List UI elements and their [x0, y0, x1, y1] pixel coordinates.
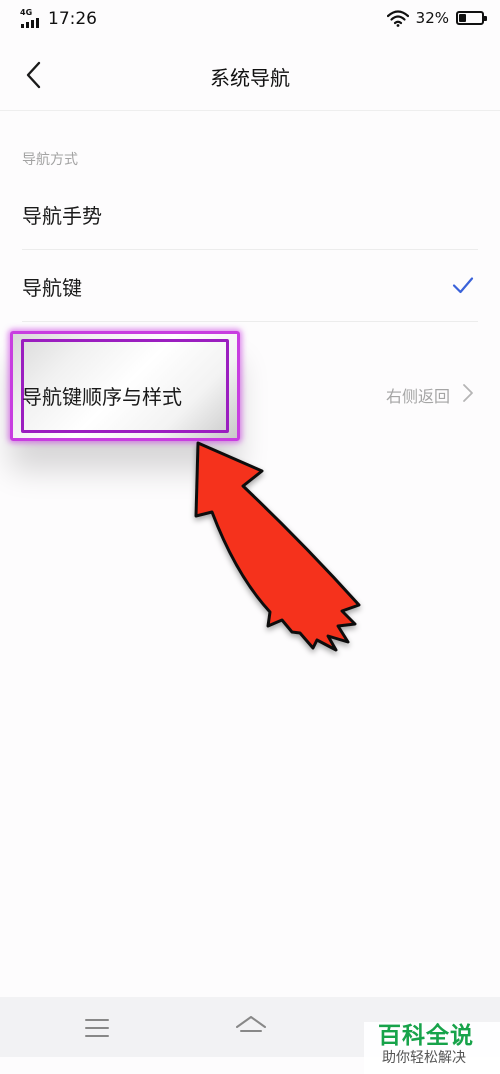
arrow-annotation-icon [194, 441, 361, 652]
watermark-subtitle: 助你轻松解决 [382, 1050, 466, 1066]
menu-icon[interactable] [84, 1017, 110, 1039]
watermark-title: 百科全说 [378, 1023, 474, 1049]
home-icon[interactable] [234, 1015, 268, 1041]
